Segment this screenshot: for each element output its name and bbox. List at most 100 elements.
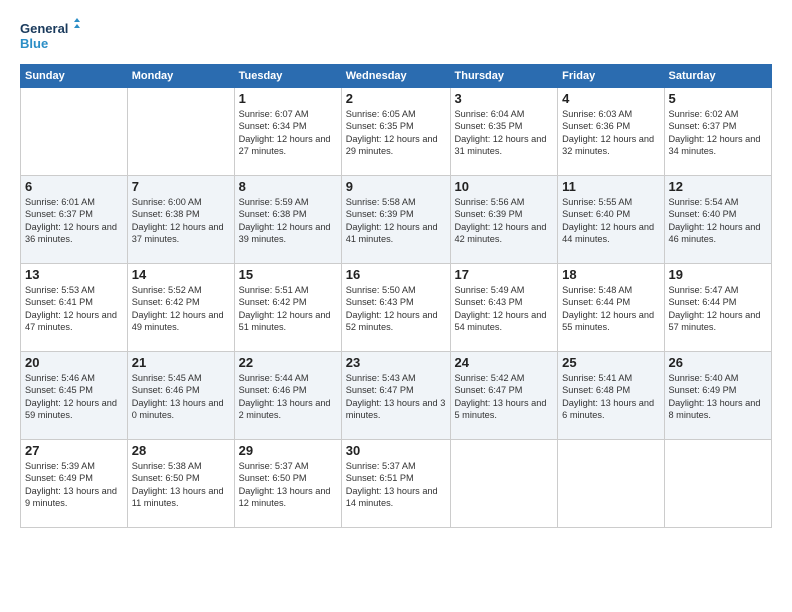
table-cell: 13 Sunrise: 5:53 AM Sunset: 6:41 PM Dayli… [21, 264, 128, 352]
calendar-week-1: 1 Sunrise: 6:07 AM Sunset: 6:34 PM Daylig… [21, 88, 772, 176]
day-info: Sunrise: 6:05 AM Sunset: 6:35 PM Dayligh… [346, 108, 446, 158]
table-cell [558, 440, 664, 528]
day-number: 22 [239, 355, 337, 370]
table-cell [664, 440, 772, 528]
table-cell: 6 Sunrise: 6:01 AM Sunset: 6:37 PM Daylig… [21, 176, 128, 264]
table-cell: 29Sunrise: 5:37 AM Sunset: 6:50 PM Dayli… [234, 440, 341, 528]
day-info: Sunrise: 5:50 AM Sunset: 6:43 PM Dayligh… [346, 284, 446, 334]
header-tuesday: Tuesday [234, 65, 341, 88]
day-number: 14 [132, 267, 230, 282]
table-cell: 12Sunrise: 5:54 AM Sunset: 6:40 PM Dayli… [664, 176, 772, 264]
day-number: 20 [25, 355, 123, 370]
day-number: 23 [346, 355, 446, 370]
day-info: Sunrise: 6:07 AM Sunset: 6:34 PM Dayligh… [239, 108, 337, 158]
table-cell: 19 Sunrise: 5:47 AM Sunset: 6:44 PM Dayli… [664, 264, 772, 352]
day-info: Sunrise: 6:03 AM Sunset: 6:36 PM Dayligh… [562, 108, 659, 158]
page-header: General Blue [20, 18, 772, 54]
table-cell: 28 Sunrise: 5:38 AM Sunset: 6:50 PM Dayli… [127, 440, 234, 528]
day-info: Sunrise: 6:02 AM Sunset: 6:37 PM Dayligh… [669, 108, 768, 158]
day-number: 1 [239, 91, 337, 106]
day-info: Sunrise: 6:04 AM Sunset: 6:35 PM Dayligh… [455, 108, 554, 158]
day-number: 28 [132, 443, 230, 458]
day-info: Sunrise: 5:51 AM Sunset: 6:42 PM Dayligh… [239, 284, 337, 334]
table-cell [450, 440, 558, 528]
day-info: Sunrise: 6:00 AM Sunset: 6:38 PM Dayligh… [132, 196, 230, 246]
day-info: Sunrise: 5:46 AM Sunset: 6:45 PM Dayligh… [25, 372, 123, 422]
table-cell: 21Sunrise: 5:45 AM Sunset: 6:46 PM Dayli… [127, 352, 234, 440]
weekday-header-row: Sunday Monday Tuesday Wednesday Thursday… [21, 65, 772, 88]
day-info: Sunrise: 5:55 AM Sunset: 6:40 PM Dayligh… [562, 196, 659, 246]
day-number: 13 [25, 267, 123, 282]
day-number: 3 [455, 91, 554, 106]
day-info: Sunrise: 5:43 AM Sunset: 6:47 PM Dayligh… [346, 372, 446, 422]
day-number: 6 [25, 179, 123, 194]
day-number: 25 [562, 355, 659, 370]
table-cell: 27 Sunrise: 5:39 AM Sunset: 6:49 PM Dayli… [21, 440, 128, 528]
table-cell: 4 Sunrise: 6:03 AM Sunset: 6:36 PM Daylig… [558, 88, 664, 176]
calendar-table: Sunday Monday Tuesday Wednesday Thursday… [20, 64, 772, 528]
day-info: Sunrise: 5:45 AM Sunset: 6:46 PM Dayligh… [132, 372, 230, 422]
svg-text:General: General [20, 21, 68, 36]
svg-text:Blue: Blue [20, 36, 48, 51]
calendar-week-3: 13 Sunrise: 5:53 AM Sunset: 6:41 PM Dayli… [21, 264, 772, 352]
day-number: 11 [562, 179, 659, 194]
table-cell: 11 Sunrise: 5:55 AM Sunset: 6:40 PM Dayli… [558, 176, 664, 264]
day-info: Sunrise: 5:47 AM Sunset: 6:44 PM Dayligh… [669, 284, 768, 334]
day-info: Sunrise: 5:44 AM Sunset: 6:46 PM Dayligh… [239, 372, 337, 422]
header-saturday: Saturday [664, 65, 772, 88]
day-number: 2 [346, 91, 446, 106]
table-cell: 14 Sunrise: 5:52 AM Sunset: 6:42 PM Dayli… [127, 264, 234, 352]
table-cell: 18 Sunrise: 5:48 AM Sunset: 6:44 PM Dayli… [558, 264, 664, 352]
day-info: Sunrise: 5:49 AM Sunset: 6:43 PM Dayligh… [455, 284, 554, 334]
day-number: 30 [346, 443, 446, 458]
table-cell: 1 Sunrise: 6:07 AM Sunset: 6:34 PM Daylig… [234, 88, 341, 176]
day-number: 5 [669, 91, 768, 106]
day-number: 17 [455, 267, 554, 282]
day-number: 4 [562, 91, 659, 106]
table-cell: 10 Sunrise: 5:56 AM Sunset: 6:39 PM Dayli… [450, 176, 558, 264]
day-info: Sunrise: 5:48 AM Sunset: 6:44 PM Dayligh… [562, 284, 659, 334]
table-cell [21, 88, 128, 176]
calendar-week-5: 27 Sunrise: 5:39 AM Sunset: 6:49 PM Dayli… [21, 440, 772, 528]
header-friday: Friday [558, 65, 664, 88]
header-wednesday: Wednesday [341, 65, 450, 88]
day-info: Sunrise: 5:37 AM Sunset: 6:50 PM Dayligh… [239, 460, 337, 510]
day-number: 12 [669, 179, 768, 194]
table-cell [127, 88, 234, 176]
table-cell: 23 Sunrise: 5:43 AM Sunset: 6:47 PM Dayli… [341, 352, 450, 440]
table-cell: 7 Sunrise: 6:00 AM Sunset: 6:38 PM Daylig… [127, 176, 234, 264]
day-number: 16 [346, 267, 446, 282]
day-info: Sunrise: 5:39 AM Sunset: 6:49 PM Dayligh… [25, 460, 123, 510]
day-number: 27 [25, 443, 123, 458]
logo: General Blue [20, 18, 80, 54]
day-info: Sunrise: 5:53 AM Sunset: 6:41 PM Dayligh… [25, 284, 123, 334]
table-cell: 8Sunrise: 5:59 AM Sunset: 6:38 PM Daylig… [234, 176, 341, 264]
calendar-week-4: 20 Sunrise: 5:46 AM Sunset: 6:45 PM Dayli… [21, 352, 772, 440]
day-info: Sunrise: 5:58 AM Sunset: 6:39 PM Dayligh… [346, 196, 446, 246]
day-number: 19 [669, 267, 768, 282]
table-cell: 9Sunrise: 5:58 AM Sunset: 6:39 PM Daylig… [341, 176, 450, 264]
day-number: 15 [239, 267, 337, 282]
day-info: Sunrise: 5:37 AM Sunset: 6:51 PM Dayligh… [346, 460, 446, 510]
table-cell: 2 Sunrise: 6:05 AM Sunset: 6:35 PM Daylig… [341, 88, 450, 176]
day-number: 24 [455, 355, 554, 370]
calendar-week-2: 6 Sunrise: 6:01 AM Sunset: 6:37 PM Daylig… [21, 176, 772, 264]
day-number: 10 [455, 179, 554, 194]
table-cell: 17 Sunrise: 5:49 AM Sunset: 6:43 PM Dayli… [450, 264, 558, 352]
table-cell: 26Sunrise: 5:40 AM Sunset: 6:49 PM Dayli… [664, 352, 772, 440]
table-cell: 15 Sunrise: 5:51 AM Sunset: 6:42 PM Dayli… [234, 264, 341, 352]
header-thursday: Thursday [450, 65, 558, 88]
day-info: Sunrise: 5:52 AM Sunset: 6:42 PM Dayligh… [132, 284, 230, 334]
table-cell: 5 Sunrise: 6:02 AM Sunset: 6:37 PM Daylig… [664, 88, 772, 176]
table-cell: 3 Sunrise: 6:04 AM Sunset: 6:35 PM Daylig… [450, 88, 558, 176]
day-number: 7 [132, 179, 230, 194]
day-number: 8 [239, 179, 337, 194]
day-number: 18 [562, 267, 659, 282]
day-info: Sunrise: 5:56 AM Sunset: 6:39 PM Dayligh… [455, 196, 554, 246]
table-cell: 30 Sunrise: 5:37 AM Sunset: 6:51 PM Dayli… [341, 440, 450, 528]
table-cell: 16 Sunrise: 5:50 AM Sunset: 6:43 PM Dayli… [341, 264, 450, 352]
day-info: Sunrise: 5:38 AM Sunset: 6:50 PM Dayligh… [132, 460, 230, 510]
table-cell: 20 Sunrise: 5:46 AM Sunset: 6:45 PM Dayli… [21, 352, 128, 440]
logo-svg: General Blue [20, 18, 80, 54]
day-info: Sunrise: 6:01 AM Sunset: 6:37 PM Dayligh… [25, 196, 123, 246]
